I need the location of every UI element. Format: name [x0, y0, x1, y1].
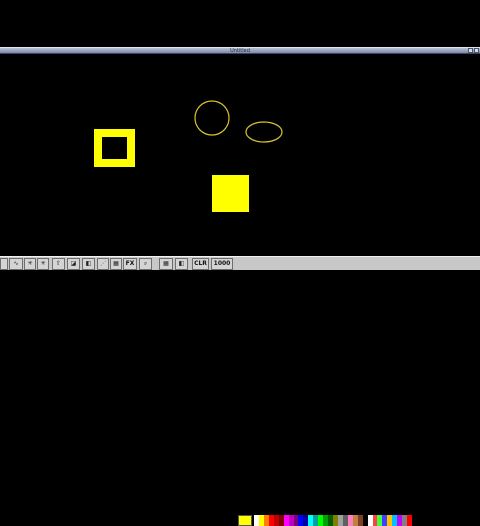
shade-tool-button[interactable]: ◪ — [67, 258, 80, 270]
palette-swatch[interactable] — [407, 515, 412, 526]
image-icon: ▦ — [163, 260, 169, 267]
spray2-tool-button[interactable]: ✳ — [37, 258, 49, 270]
image-button[interactable]: ▦ — [159, 258, 173, 270]
box-tool-button[interactable]: ◧ — [82, 258, 95, 270]
color-palette — [254, 515, 412, 526]
drawn-shapes — [94, 100, 283, 212]
spray-tool-button[interactable]: ✳ — [24, 258, 36, 270]
fill-icon: ⇧ — [55, 260, 62, 267]
fill-tool-button[interactable]: ⇧ — [52, 258, 65, 270]
zoom-icon: ⌕ — [143, 260, 148, 267]
shade-icon: ◪ — [70, 260, 77, 267]
coord-label: 1000 — [213, 260, 231, 267]
yellow-circle-outline[interactable] — [194, 100, 230, 136]
pattern-tool-button[interactable]: ▦ — [110, 258, 122, 270]
curve-tool-button[interactable]: ∿ — [9, 258, 23, 270]
select-tool-button[interactable] — [0, 258, 8, 270]
yellow-square-outline[interactable] — [94, 129, 135, 167]
layer-icon: ◧ — [178, 260, 185, 267]
fx-label: FX — [125, 260, 135, 267]
grid-icon: ⋰ — [100, 260, 106, 267]
clear-button[interactable]: CLR — [192, 258, 209, 270]
zoom-button[interactable]: ⌕ — [139, 258, 152, 270]
spray-icon: ✳ — [27, 260, 33, 267]
current-color-swatch[interactable] — [238, 515, 252, 526]
pattern-icon: ▦ — [113, 260, 119, 267]
yellow-ellipse-outline[interactable] — [245, 121, 283, 143]
grid-tool-button[interactable]: ⋰ — [97, 258, 109, 270]
box-icon: ◧ — [85, 260, 92, 267]
clear-label: CLR — [194, 260, 207, 267]
bottom-toolbar: ∿ ✳ ✳ ⇧ ◪ ◧ ⋰ ▦ FX ⌕ ▦ ◧ CLR 1000 — [0, 256, 480, 526]
coord-display: 1000 — [211, 258, 233, 270]
spray2-icon: ✳ — [40, 260, 46, 267]
curve-icon: ∿ — [13, 260, 19, 267]
fx-button[interactable]: FX — [123, 258, 137, 270]
layer-button[interactable]: ◧ — [175, 258, 188, 270]
yellow-filled-square[interactable] — [212, 175, 249, 212]
